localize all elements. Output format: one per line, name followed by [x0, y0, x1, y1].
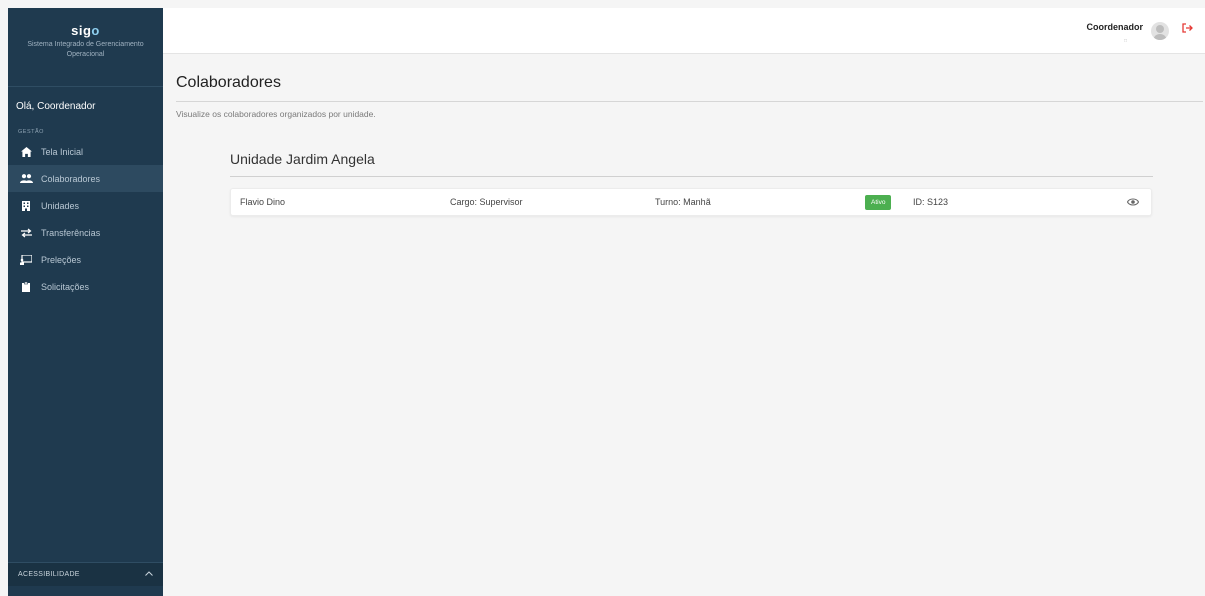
- section-label: GESTÃO: [18, 129, 44, 135]
- sidebar-item-colaboradores[interactable]: Colaboradores: [8, 165, 163, 192]
- sidebar-item-label: Preleções: [41, 254, 82, 265]
- collaborator-id: ID: S123: [913, 197, 949, 207]
- home-icon: [18, 146, 34, 158]
- collaborator-name: Flavio Dino: [240, 197, 286, 207]
- sidebar-item-label: Solicitações: [41, 281, 90, 292]
- divider: [176, 101, 1203, 102]
- sidebar-item-label: Transferências: [41, 227, 101, 238]
- accessibility-label: ACESSIBILIDADE: [18, 571, 80, 578]
- sidebar-item-label: Tela Inicial: [41, 146, 84, 157]
- user-name: Coordenador: [1086, 22, 1143, 32]
- app-logo: sigo: [71, 23, 100, 38]
- building-icon: [18, 200, 34, 212]
- accessibility-toggle[interactable]: ACESSIBILIDADE: [8, 562, 163, 586]
- page-title: Colaboradores: [176, 74, 281, 91]
- avatar[interactable]: [1151, 22, 1169, 40]
- sidebar-item-unidades[interactable]: Unidades: [8, 192, 163, 219]
- collaborator-cargo: Cargo: Supervisor: [450, 197, 523, 207]
- eye-icon[interactable]: [1126, 197, 1140, 209]
- list-item[interactable]: Flavio Dino Cargo: Supervisor Turno: Man…: [230, 188, 1152, 216]
- sidebar-item-prelecoes[interactable]: Preleções: [8, 246, 163, 273]
- app-subtitle: Sistema Integrado de Gerenciamento Opera…: [27, 41, 144, 58]
- page-description: Visualize os colaboradores organizados p…: [176, 109, 376, 119]
- collaborator-turno: Turno: Manhã: [655, 197, 711, 207]
- clipboard-icon: [18, 281, 34, 293]
- swap-icon: [18, 227, 34, 239]
- top-bar: Coordenador □: [163, 8, 1205, 54]
- chevron-up-icon: [145, 571, 153, 578]
- unit-title: Unidade Jardim Angela: [230, 151, 375, 167]
- sidebar-item-tela-inicial[interactable]: Tela Inicial: [8, 138, 163, 165]
- presentation-icon: [18, 254, 34, 266]
- status-badge: Ativo: [865, 195, 892, 210]
- sidebar: sigo Sistema Integrado de Gerenciamento …: [8, 8, 163, 596]
- divider: [230, 176, 1153, 177]
- sidebar-item-label: Colaboradores: [41, 173, 101, 184]
- people-icon: [18, 173, 34, 185]
- sidebar-item-label: Unidades: [41, 200, 80, 211]
- logout-icon[interactable]: [1182, 23, 1193, 36]
- sidebar-item-solicitacoes[interactable]: Solicitações: [8, 273, 163, 300]
- sidebar-item-transferencias[interactable]: Transferências: [8, 219, 163, 246]
- greeting: Olá, Coordenador: [16, 101, 96, 112]
- user-role: □: [1123, 38, 1127, 44]
